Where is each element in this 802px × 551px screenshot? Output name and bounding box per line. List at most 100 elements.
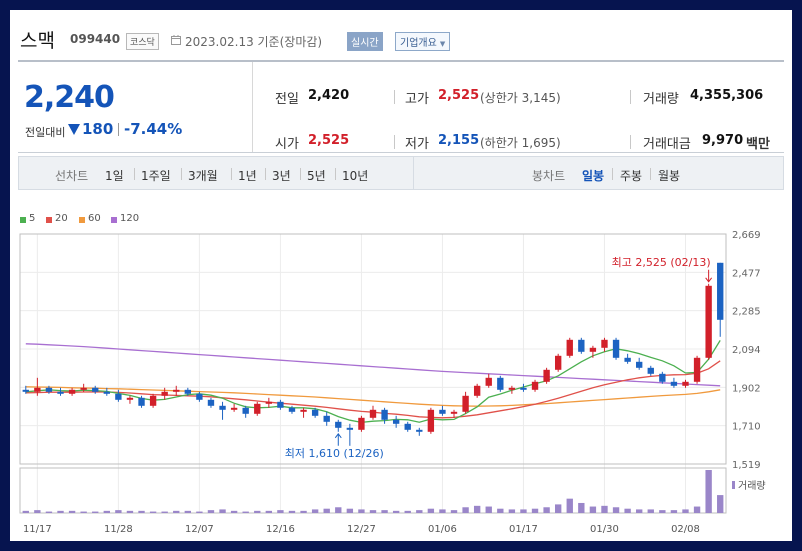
x-tick-label: 12/07 — [185, 524, 214, 535]
volume-bar — [323, 508, 330, 513]
quote-panel: 2,240 전일대비 180 -7.44% 전일 2,420 고가 2,525 … — [18, 62, 784, 153]
candle-body[interactable] — [161, 391, 168, 396]
tab-weekly[interactable]: 주봉 — [620, 167, 642, 184]
volume-bar — [346, 508, 354, 513]
current-price: 2,240 — [24, 80, 115, 115]
candle-body[interactable] — [45, 387, 53, 392]
candle-body[interactable] — [601, 339, 608, 348]
candle-body[interactable] — [508, 387, 516, 390]
candle-body[interactable] — [473, 385, 481, 396]
volume-bar — [612, 507, 620, 513]
candle-body[interactable] — [485, 377, 492, 386]
candle-body[interactable] — [670, 381, 678, 386]
company-overview-dropdown[interactable]: 기업개요 ▼ — [395, 32, 451, 51]
tab-monthly[interactable]: 월봉 — [658, 167, 680, 184]
candle-body[interactable] — [636, 361, 643, 368]
candle-body[interactable] — [462, 395, 469, 412]
candle-body[interactable] — [196, 393, 203, 400]
candle-body[interactable] — [92, 387, 99, 392]
tab-1y[interactable]: 1년 — [238, 167, 257, 184]
volume-bar — [219, 509, 226, 513]
candle-body[interactable] — [288, 407, 296, 412]
high-arrow-icon — [705, 269, 713, 283]
candle-body[interactable] — [682, 381, 689, 386]
tab-5y[interactable]: 5년 — [307, 167, 326, 184]
candle-body[interactable] — [230, 407, 238, 410]
candle-body[interactable] — [311, 409, 319, 416]
candle-body[interactable] — [323, 415, 330, 422]
candle-body[interactable] — [543, 369, 550, 382]
candle-body[interactable] — [138, 397, 145, 406]
candle-body[interactable] — [219, 405, 226, 410]
y-tick-label: 1,902 — [732, 383, 761, 394]
candle-body[interactable] — [242, 407, 249, 414]
cell-divider — [630, 135, 631, 149]
volume-bar — [103, 510, 110, 513]
volume-bar — [520, 509, 527, 513]
candle-body[interactable] — [68, 389, 76, 394]
stock-chart[interactable]: 2,669 2,477 2,285 2,094 1,902 1,710 1,519 11/17… — [10, 215, 792, 541]
candle-body[interactable] — [300, 409, 307, 412]
tab-1d[interactable]: 1일 — [105, 167, 124, 184]
volume-bar — [138, 510, 145, 513]
volume-bar — [682, 509, 689, 513]
candle-body[interactable] — [207, 399, 215, 406]
volume-bar — [22, 510, 29, 513]
candle-body[interactable] — [346, 427, 354, 430]
volume-bar — [601, 505, 608, 513]
candle-body[interactable] — [520, 387, 527, 390]
volume-bar — [647, 509, 654, 513]
low-label: 저가 — [405, 137, 429, 152]
candle-body[interactable] — [439, 409, 446, 414]
candle-body[interactable] — [624, 357, 631, 362]
stock-name[interactable]: 스맥 — [20, 26, 55, 53]
candle-body[interactable] — [254, 403, 261, 414]
candle-body[interactable] — [369, 409, 377, 418]
tab-daily[interactable]: 일봉 — [582, 167, 604, 184]
candle-body[interactable] — [554, 355, 562, 370]
tab-1w[interactable]: 1주일 — [141, 167, 171, 184]
candle-body[interactable] — [277, 401, 284, 408]
candle-body[interactable] — [612, 339, 620, 358]
candle-body[interactable] — [531, 381, 539, 390]
candle-body[interactable] — [404, 423, 411, 430]
candle-body[interactable] — [184, 389, 192, 394]
candle-body[interactable] — [149, 395, 157, 406]
tab-10y[interactable]: 10년 — [342, 167, 368, 184]
candle-body[interactable] — [358, 417, 365, 430]
candle-body[interactable] — [450, 411, 458, 414]
candle-body[interactable] — [717, 262, 724, 320]
as-of-date: 2023.02.13 기준(장마감) — [185, 35, 323, 49]
candle-body[interactable] — [566, 339, 573, 356]
candle-body[interactable] — [705, 285, 712, 358]
candle-body[interactable] — [34, 387, 41, 392]
candle-body[interactable] — [392, 419, 400, 424]
volume-bar — [543, 507, 550, 513]
candle-body[interactable] — [265, 401, 273, 404]
candle-body[interactable] — [115, 393, 122, 400]
realtime-button[interactable]: 실시간 — [347, 32, 383, 51]
candle-body[interactable] — [57, 391, 64, 394]
candle-body[interactable] — [173, 389, 180, 392]
tab-3y[interactable]: 3년 — [272, 167, 291, 184]
candle-body[interactable] — [80, 387, 87, 390]
candle-body[interactable] — [578, 339, 585, 352]
candle-body[interactable] — [335, 421, 342, 428]
candle-body[interactable] — [416, 429, 423, 432]
candle-body[interactable] — [126, 397, 134, 400]
candle-body[interactable] — [693, 357, 701, 382]
candle-body[interactable] — [103, 391, 110, 394]
candle-body[interactable] — [497, 377, 504, 390]
candle-body[interactable] — [381, 409, 388, 420]
candle-body[interactable] — [647, 367, 654, 374]
x-tick-label: 12/16 — [266, 524, 295, 535]
volume-bar — [45, 511, 53, 513]
candle-body[interactable] — [659, 373, 666, 382]
volume-bar — [277, 510, 284, 513]
tab-3m[interactable]: 3개월 — [188, 167, 218, 184]
candle-body[interactable] — [22, 389, 29, 392]
candle-body[interactable] — [427, 409, 435, 432]
candle-body[interactable] — [589, 347, 597, 352]
volume-bar — [404, 510, 411, 513]
current-price-cell: 2,240 전일대비 180 -7.44% — [18, 62, 253, 152]
